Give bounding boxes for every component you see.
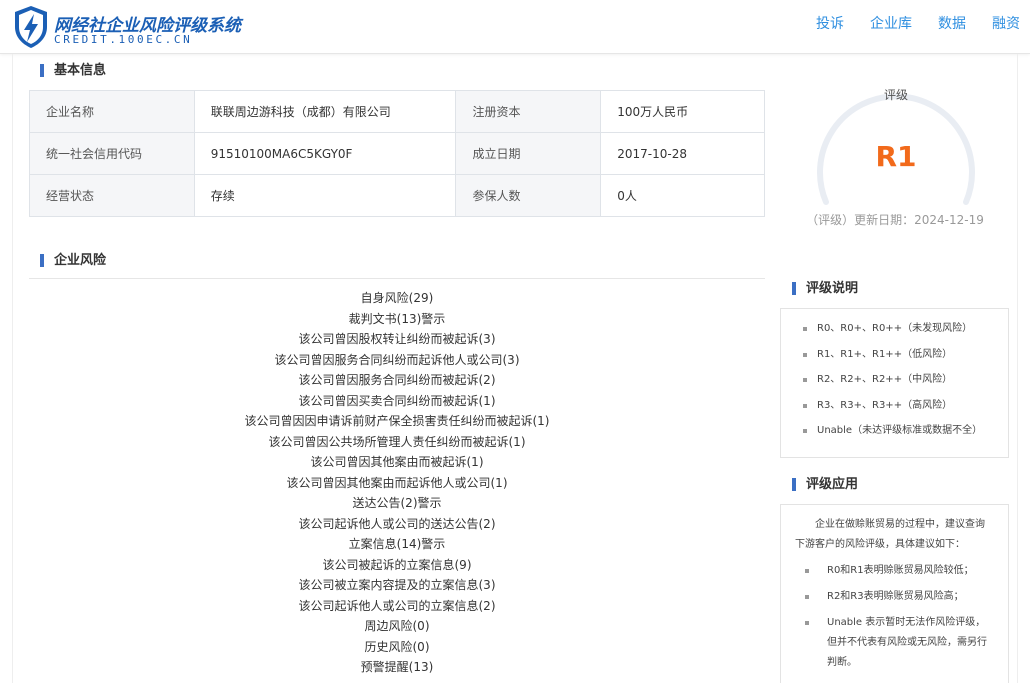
risk-item[interactable]: 裁判文书(13)警示: [29, 309, 765, 330]
risk-item[interactable]: 该公司被立案内容提及的立案信息(3): [29, 575, 765, 596]
table-row: 企业名称 联联周边游科技（成都）有限公司 注册资本 100万人民币: [29, 90, 765, 133]
basic-info-table: 企业名称 联联周边游科技（成都）有限公司 注册资本 100万人民币 统一社会信用…: [29, 90, 765, 217]
risk-item[interactable]: 该公司曾因买卖合同纠纷而被起诉(1): [29, 391, 765, 412]
rating-application-title: 评级应用: [792, 476, 858, 494]
business-status-label: 经营状态: [29, 174, 195, 217]
rating-application-box: 企业在做赊账贸易的过程中，建议查询下游客户的风险评级，具体建议如下： R0和R1…: [780, 504, 1009, 683]
founded-date-label: 成立日期: [455, 132, 602, 175]
rating-legend-title: 评级说明: [792, 280, 858, 298]
rating-grade: R1: [875, 140, 917, 173]
nav-company-db[interactable]: 企业库: [870, 14, 912, 34]
shield-lightning-icon: [15, 6, 47, 48]
company-name-label: 企业名称: [29, 90, 195, 133]
list-item: R1、R1+、R1++（低风险）: [803, 345, 1008, 371]
risk-title: 企业风险: [40, 252, 106, 270]
risk-item[interactable]: 该公司被起诉的立案信息(9): [29, 555, 765, 576]
brand-name-en: CREDIT.100EC.CN: [54, 33, 193, 46]
list-item: R0、R0+、R0++（未发现风险）: [803, 319, 1008, 345]
risk-item[interactable]: 自身风险(29): [29, 288, 765, 309]
rating-label: 评级: [883, 88, 908, 102]
risk-list: 自身风险(29) 裁判文书(13)警示 该公司曾因股权转让纠纷而被起诉(3) 该公司曾…: [29, 288, 765, 678]
list-item: R0和R1表明赊账贸易风险较低；: [803, 561, 994, 581]
risk-item[interactable]: 该公司曾因其他案由而被起诉(1): [29, 452, 765, 473]
top-nav: 投诉 企业库 数据 融资: [790, 14, 1020, 34]
risk-item[interactable]: 周边风险(0): [29, 616, 765, 637]
nav-complaint[interactable]: 投诉: [816, 14, 844, 34]
credit-code-label: 统一社会信用代码: [29, 132, 195, 175]
rating-gauge: 评级 R1: [812, 84, 980, 214]
risk-item[interactable]: 预警提醒(13): [29, 657, 765, 678]
risk-item[interactable]: 该公司曾因股权转让纠纷而被起诉(3): [29, 329, 765, 350]
rating-legend-box: R0、R0+、R0++（未发现风险） R1、R1+、R1++（低风险） R2、R…: [780, 308, 1009, 458]
risk-item[interactable]: 该公司曾因因申请诉前财产保全损害责任纠纷而被起诉(1): [29, 411, 765, 432]
risk-item[interactable]: 该公司起诉他人或公司的立案信息(2): [29, 596, 765, 617]
list-item: Unable（未达评级标准或数据不全）: [803, 421, 1008, 447]
company-name-value: 联联周边游科技（成都）有限公司: [193, 90, 457, 133]
risk-item[interactable]: 该公司曾因公共场所管理人责任纠纷而被起诉(1): [29, 432, 765, 453]
site-logo[interactable]: 网经社企业风险评级系统 CREDIT.100EC.CN: [12, 5, 242, 49]
list-item: R2、R2+、R2++（中风险）: [803, 370, 1008, 396]
credit-code-value: 91510100MA6C5KGY0F: [193, 132, 457, 175]
risk-item[interactable]: 历史风险(0): [29, 637, 765, 658]
founded-date-value: 2017-10-28: [600, 132, 765, 175]
risk-item[interactable]: 该公司曾因其他案由而起诉他人或公司(1): [29, 473, 765, 494]
application-intro: 企业在做赊账贸易的过程中，建议查询下游客户的风险评级，具体建议如下：: [795, 519, 985, 550]
list-item: R2和R3表明赊账贸易风险高；: [803, 587, 994, 607]
registered-capital-label: 注册资本: [455, 90, 602, 133]
risk-item[interactable]: 该公司曾因服务合同纠纷而被起诉(2): [29, 370, 765, 391]
insured-count-value: 0人: [600, 174, 765, 217]
table-row: 经营状态 存续 参保人数 0人: [29, 174, 765, 217]
insured-count-label: 参保人数: [455, 174, 602, 217]
list-item: Unable 表示暂时无法作风险评级，但并不代表有风险或无风险，需另行判断。: [803, 613, 994, 673]
rating-update-date: （评级）更新日期：2024-12-19: [806, 213, 984, 227]
business-status-value: 存续: [193, 174, 457, 217]
nav-data[interactable]: 数据: [938, 14, 966, 34]
basic-info-title: 基本信息: [40, 62, 106, 80]
risk-item[interactable]: 该公司起诉他人或公司的送达公告(2): [29, 514, 765, 535]
risk-divider: [29, 278, 765, 279]
site-header: 网经社企业风险评级系统 CREDIT.100EC.CN 投诉 企业库 数据 融资: [0, 0, 1030, 54]
nav-financing[interactable]: 融资: [992, 14, 1020, 34]
registered-capital-value: 100万人民币: [600, 90, 765, 133]
risk-item[interactable]: 送达公告(2)警示: [29, 493, 765, 514]
list-item: R3、R3+、R3++（高风险）: [803, 396, 1008, 422]
risk-item[interactable]: 该公司曾因服务合同纠纷而起诉他人或公司(3): [29, 350, 765, 371]
table-row: 统一社会信用代码 91510100MA6C5KGY0F 成立日期 2017-10…: [29, 132, 765, 175]
risk-item[interactable]: 立案信息(14)警示: [29, 534, 765, 555]
